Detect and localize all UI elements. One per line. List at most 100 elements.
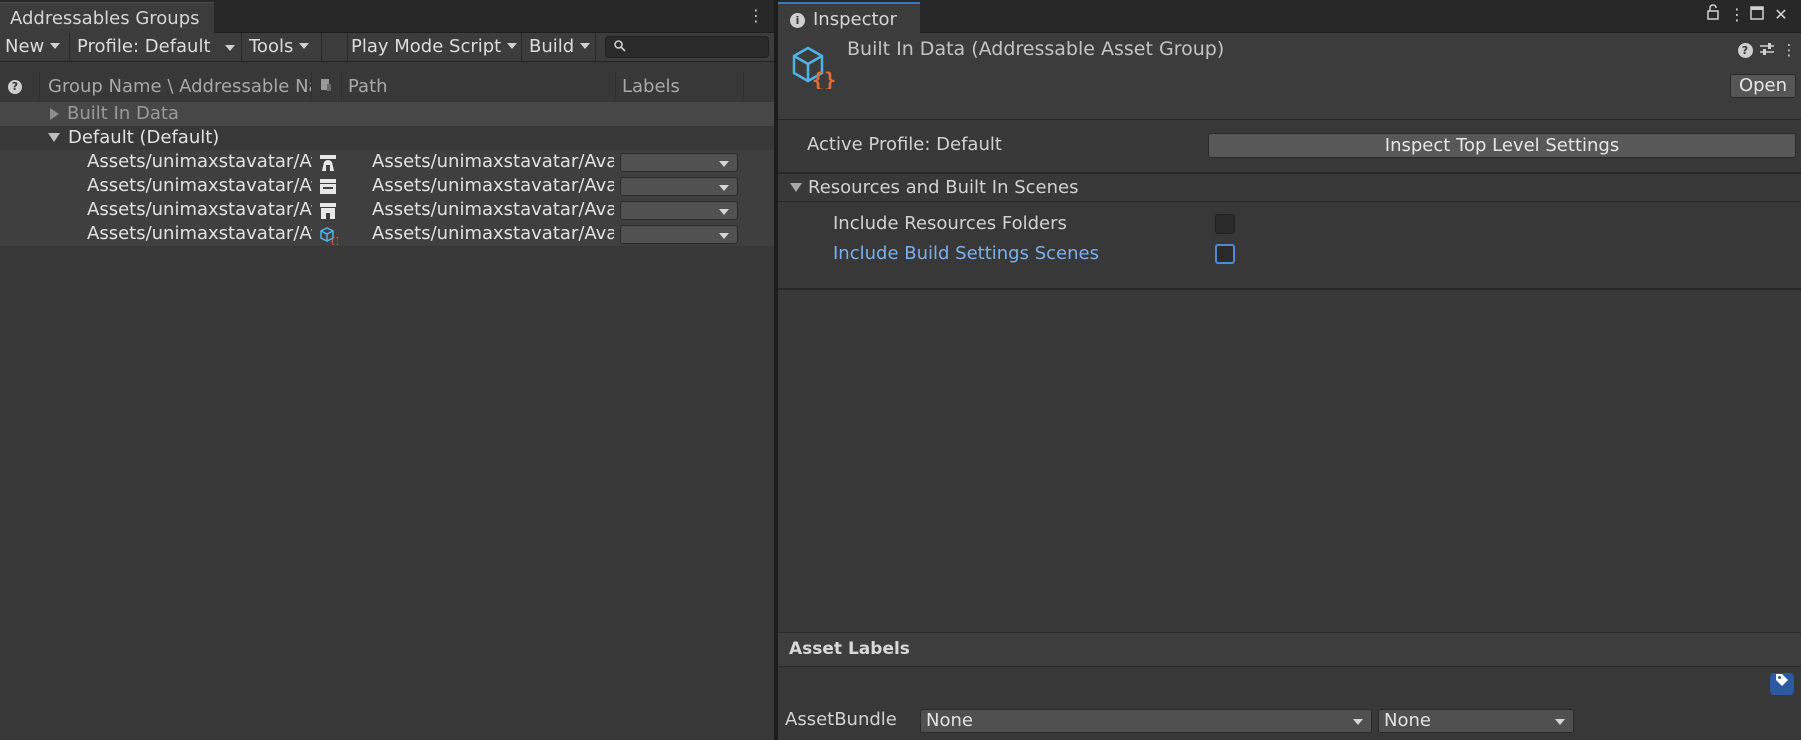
column-labels[interactable]: Labels [616,72,744,102]
include-resources-folders-row: Include Resources Folders [778,210,1801,238]
include-resources-folders-label: Include Resources Folders [833,213,1067,234]
active-profile-row: Active Profile: Default Inspect Top Leve… [778,130,1801,162]
asset-bundle-dropdown[interactable]: None [920,709,1372,733]
column-help[interactable]: ? [8,72,40,102]
search-input[interactable] [605,36,769,58]
new-label: New [5,36,45,57]
group-name: Default (Default) [68,127,220,148]
include-resources-folders-checkbox[interactable] [1215,214,1235,234]
kebab-menu-icon[interactable]: ⋮ [1728,4,1746,26]
column-path[interactable]: Path [342,72,616,102]
entry-path: Assets/unimaxstavatar/Avat [372,151,614,172]
profile-label: Profile: Default [77,36,211,57]
chevron-down-icon [299,43,310,49]
entry-path: Assets/unimaxstavatar/Avat [372,175,614,196]
group-row-default[interactable]: Default (Default) [0,126,776,150]
tag-icon[interactable] [1770,673,1794,695]
include-build-settings-scenes-label: Include Build Settings Scenes [833,243,1099,264]
search-icon [613,39,629,55]
sprite-icon [318,201,338,221]
help-circle: ? [1737,43,1753,58]
divider [778,288,1801,290]
maximize-icon[interactable] [1748,4,1766,26]
chevron-down-icon [1353,719,1363,725]
chevron-down-icon [507,43,518,49]
include-build-settings-scenes-row: Include Build Settings Scenes [778,240,1801,268]
include-build-settings-scenes-checkbox[interactable] [1215,244,1235,264]
info-icon: i [790,13,805,28]
kebab-menu-icon[interactable]: ⋮ [748,6,764,26]
close-icon[interactable]: ✕ [1772,4,1790,26]
build-dropdown[interactable]: Build [524,33,596,61]
entry-name: Assets/unimaxstavatar/Av [87,199,312,220]
settings-sliders-icon[interactable] [1758,41,1776,59]
asset-labels-bar: Asset Labels [778,632,1801,667]
sprite-icon [318,177,338,197]
entry-row[interactable]: Assets/unimaxstavatar/Av Assets/unimaxst… [0,174,776,198]
svg-text:{}: {} [330,237,338,245]
asset-bundle-value: None [926,710,973,731]
open-button[interactable]: Open [1730,74,1796,98]
column-type[interactable] [312,72,342,102]
tab-inspector[interactable]: i Inspector [778,2,920,33]
entry-path: Assets/unimaxstavatar/Avat [372,199,614,220]
column-group-name[interactable]: Group Name \ Addressable Name [40,72,312,102]
chevron-down-icon [719,209,729,215]
inspector-window: i Inspector ⋮ ✕ {} Built In Data (Address… [778,0,1801,740]
tab-addressables-groups[interactable]: Addressables Groups [0,2,214,33]
chevron-down-icon [50,43,61,49]
chevron-down-icon [719,161,729,167]
help-icon[interactable]: ? [8,80,22,94]
labels-dropdown[interactable] [620,225,738,244]
asset-labels-title: Asset Labels [789,639,910,659]
entry-row[interactable]: Assets/unimaxstavatar/Av Assets/unimaxst… [0,198,776,222]
asset-group-icon: {} [318,225,341,247]
profile-dropdown[interactable]: Profile: Default [72,33,242,61]
kebab-menu-icon[interactable]: ⋮ [1780,41,1798,59]
play-mode-script-dropdown[interactable]: Play Mode Script [346,33,522,61]
expand-arrow-icon[interactable] [50,108,59,120]
chevron-down-icon [719,233,729,239]
divider [778,201,1801,202]
group-row-built-in-data[interactable]: Built In Data [0,102,776,126]
column-header: ? Group Name \ Addressable Name Path Lab… [0,72,776,102]
labels-dropdown[interactable] [620,153,738,172]
entry-name: Assets/unimaxstavatar/Av [87,175,312,196]
addressables-groups-window: Addressables Groups ⋮ New Profile: Defau… [0,0,776,740]
labels-dropdown[interactable] [620,201,738,220]
entry-row[interactable]: Assets/unimaxstavatar/Av Assets/unimaxst… [0,150,776,174]
tools-label: Tools [249,36,294,57]
active-profile-label: Active Profile: Default [807,134,1002,155]
asset-bundle-variant-value: None [1384,710,1431,731]
groups-toolbar: New Profile: Default Tools Play Mode Scr… [0,33,776,62]
section-title: Resources and Built In Scenes [808,177,1079,198]
sprite-icon [318,153,338,173]
chevron-down-icon [225,45,235,51]
asset-bundle-variant-dropdown[interactable]: None [1378,709,1574,733]
labels-dropdown[interactable] [620,177,738,196]
build-label: Build [529,36,575,57]
entry-path: Assets/unimaxstavatar/Avat [372,223,614,244]
svg-text:{}: {} [812,68,836,89]
inspector-title: Built In Data (Addressable Asset Group) [847,38,1225,60]
left-tab-bar: Addressables Groups ⋮ [0,0,776,33]
asset-type-icon [321,79,331,91]
section-resources-built-in-scenes[interactable]: Resources and Built In Scenes [778,175,1801,200]
group-name: Built In Data [67,103,179,124]
new-dropdown[interactable]: New [0,33,70,61]
collapse-arrow-icon[interactable] [48,133,60,142]
asset-group-icon: {} [790,43,836,92]
chevron-down-icon [719,185,729,191]
chevron-down-icon [580,43,591,49]
entry-row[interactable]: Assets/unimaxstavatar/Av {} Assets/unima… [0,222,776,247]
chevron-down-icon [1555,719,1565,725]
help-icon[interactable]: ? [1736,41,1754,59]
inspector-tab-label: Inspector [813,9,897,30]
asset-bundle-label: AssetBundle [785,709,897,730]
collapse-arrow-icon[interactable] [790,183,802,192]
inspect-top-level-settings-button[interactable]: Inspect Top Level Settings [1208,133,1796,158]
divider [778,172,1801,174]
entry-name: Assets/unimaxstavatar/Av [87,151,312,172]
tools-dropdown[interactable]: Tools [244,33,322,61]
lock-icon[interactable] [1704,4,1722,26]
